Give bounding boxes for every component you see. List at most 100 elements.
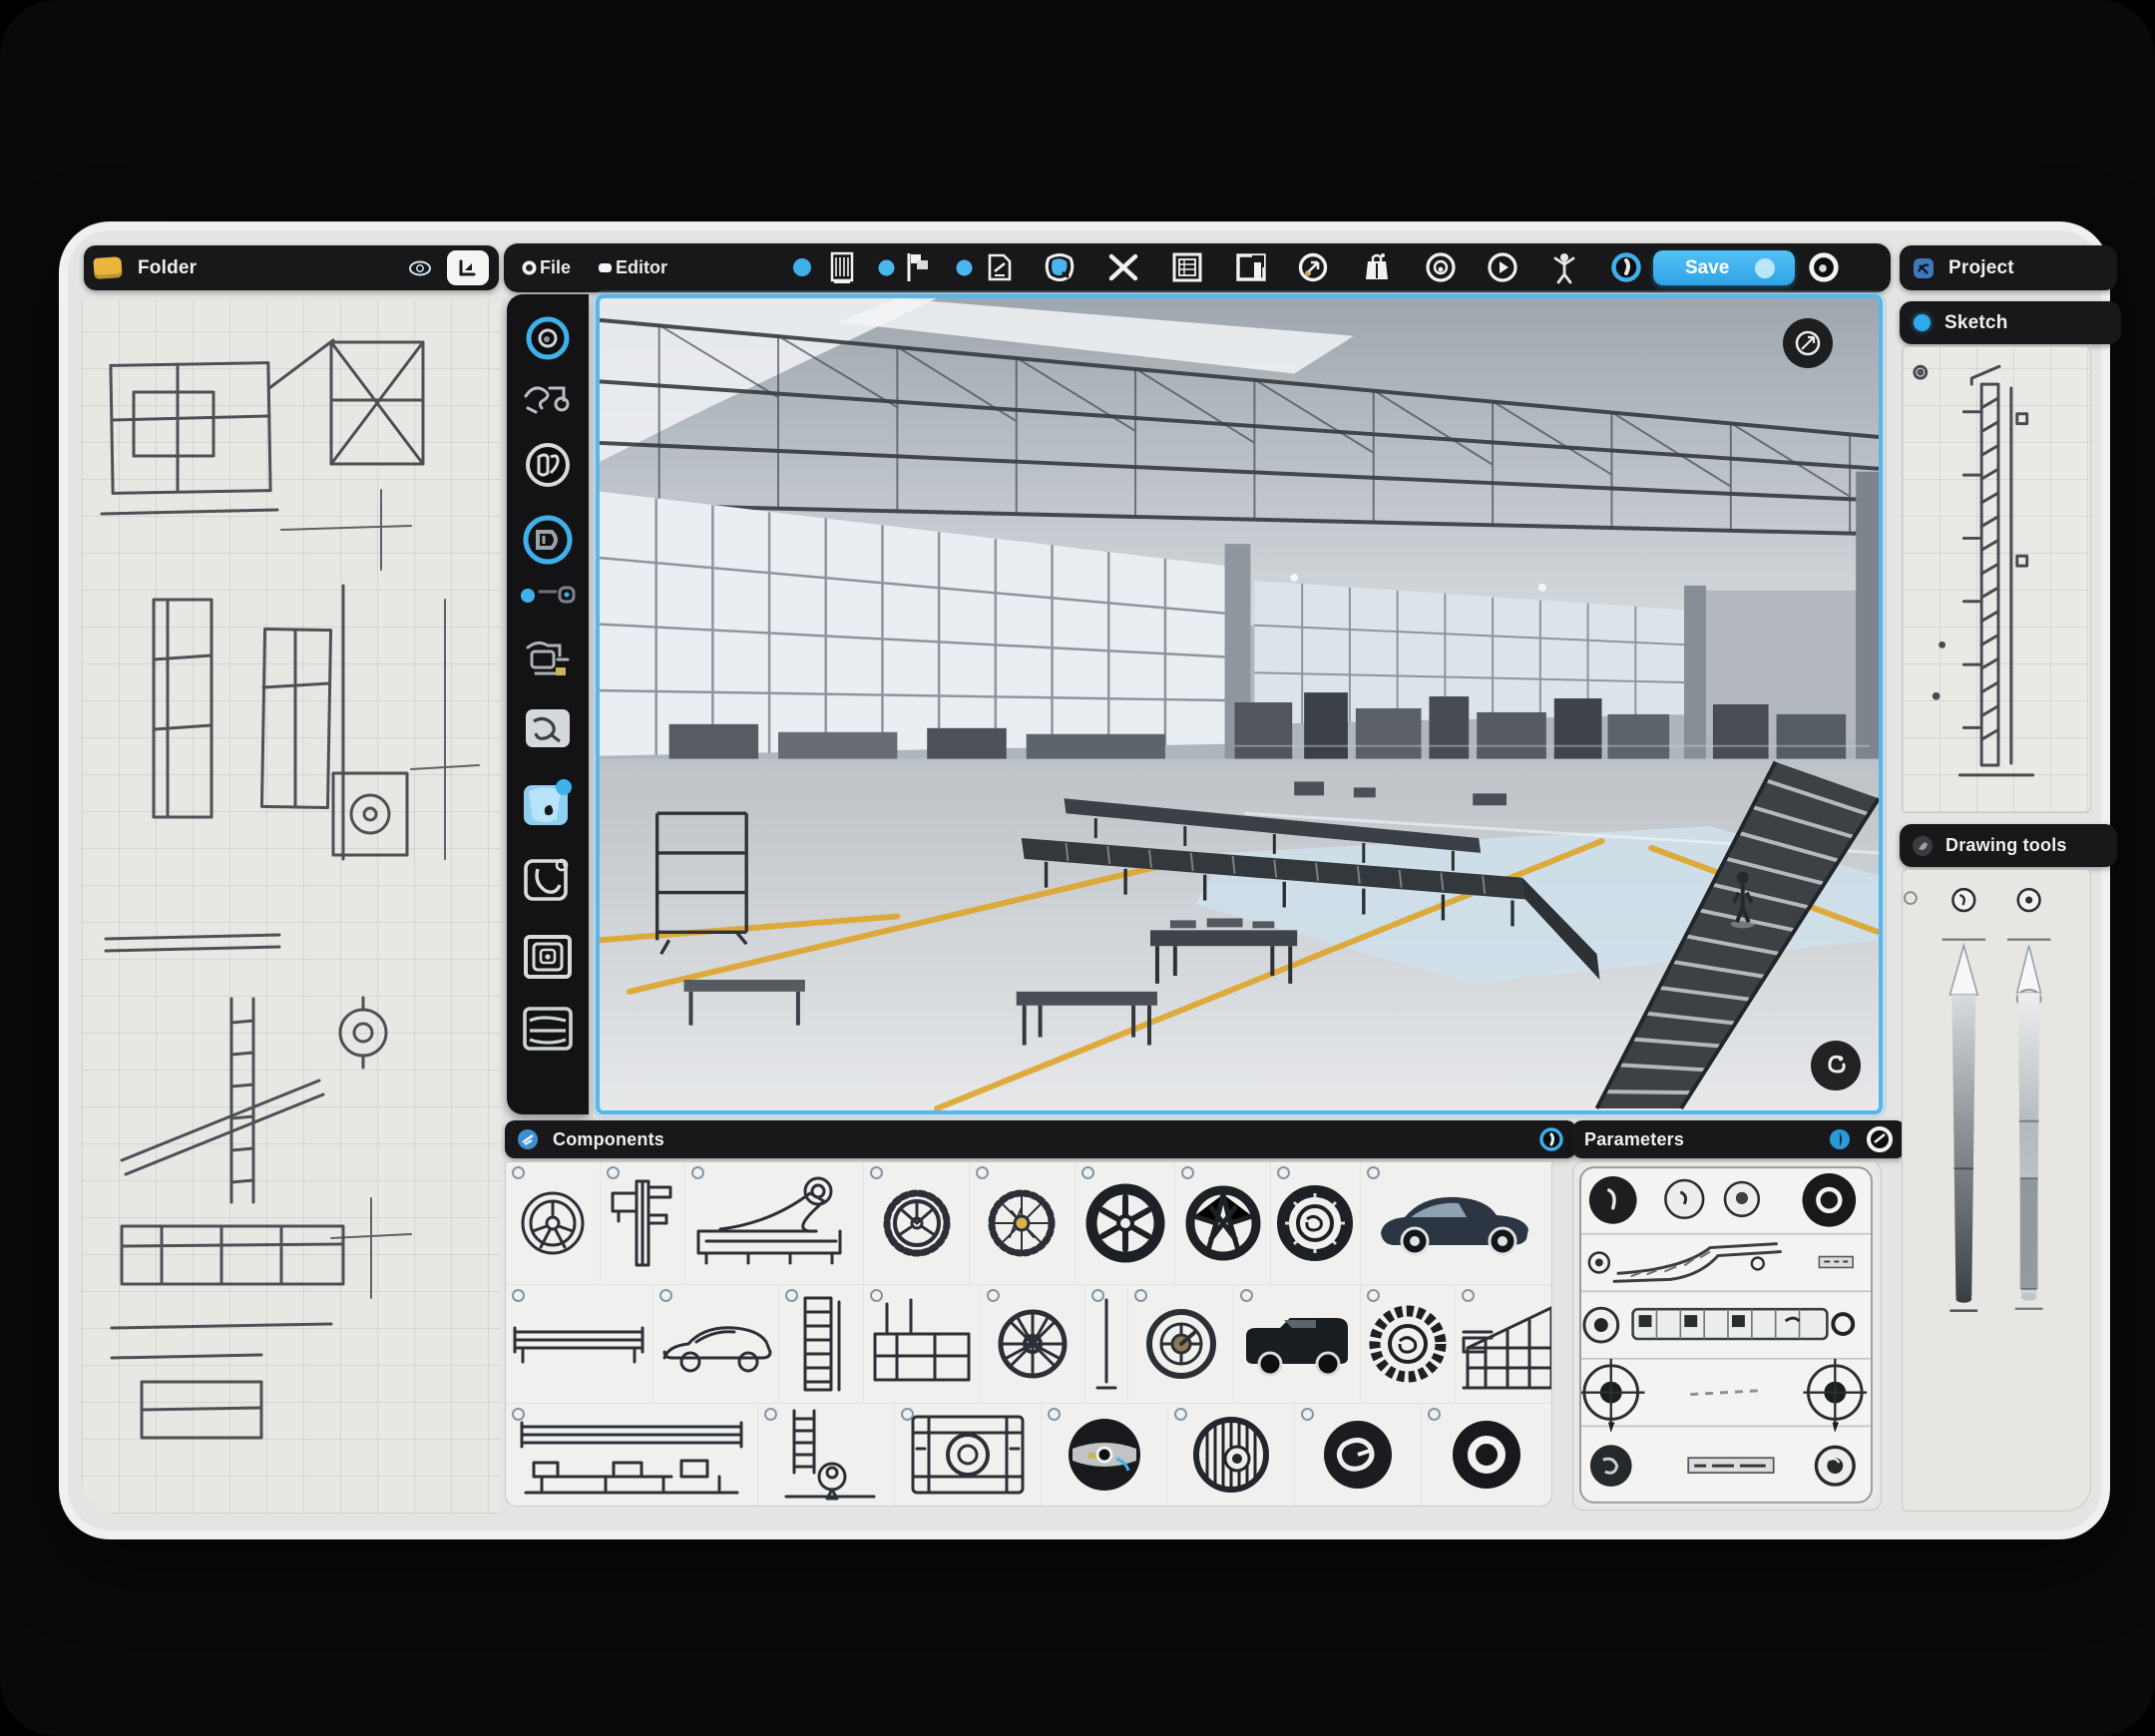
component-item[interactable]: [864, 1162, 970, 1284]
component-item[interactable]: [1076, 1162, 1176, 1284]
layers-tool-button[interactable]: [507, 1005, 589, 1053]
component-item[interactable]: [895, 1404, 1043, 1506]
screenshot-root: Folder: [0, 0, 2155, 1736]
components-icon: [517, 1128, 539, 1150]
component-item[interactable]: [601, 1162, 685, 1284]
tool-palette: [507, 294, 589, 1114]
folder-panel-title: Folder: [138, 257, 197, 279]
component-marker-icon: [1277, 1166, 1290, 1179]
component-item[interactable]: [506, 1285, 653, 1403]
file-menu[interactable]: File: [534, 243, 577, 292]
component-item[interactable]: [981, 1285, 1086, 1403]
canvas-orbit-button[interactable]: [1811, 1041, 1861, 1090]
draw-tool-button[interactable]: [507, 512, 589, 568]
record-dot-icon[interactable]: [785, 250, 819, 284]
sketch-tool-button[interactable]: [507, 374, 589, 418]
blue-ring-icon[interactable]: [1609, 250, 1643, 284]
gear-tool-button[interactable]: [507, 438, 589, 492]
flag-banner-icon[interactable]: [901, 250, 935, 284]
paint-palette-icon[interactable]: [1043, 250, 1077, 284]
component-marker-icon: [1367, 1166, 1380, 1179]
save-button[interactable]: Save: [1653, 250, 1795, 285]
parameters-panel-body: [1572, 1161, 1882, 1511]
machine-tool-button[interactable]: [507, 634, 589, 683]
components-grid: [505, 1161, 1552, 1507]
component-item[interactable]: [1085, 1285, 1128, 1403]
figure-person-icon[interactable]: [1547, 250, 1581, 284]
project-panel-title: Project: [1948, 257, 2014, 279]
sketch-icon: [1914, 314, 1931, 331]
page-edit-icon[interactable]: [983, 250, 1017, 284]
component-item[interactable]: [1234, 1285, 1361, 1403]
parameters-panel-title: Parameters: [1584, 1129, 1684, 1150]
project-panel-header: Project: [1900, 245, 2117, 290]
logo-ring-icon[interactable]: [1296, 250, 1330, 284]
sketch-panel-header: Sketch: [1900, 301, 2121, 344]
component-item[interactable]: [1295, 1404, 1422, 1506]
white-ring-icon[interactable]: [1807, 250, 1841, 284]
parameters-dot-icon[interactable]: [1828, 1127, 1852, 1151]
toggle-tool-button[interactable]: [507, 582, 589, 610]
tool-bag-icon[interactable]: [1360, 250, 1394, 284]
component-marker-icon: [1181, 1166, 1194, 1179]
component-item[interactable]: [1456, 1285, 1552, 1403]
note-tool-button[interactable]: [507, 705, 589, 751]
parameters-panel-header: Parameters: [1572, 1120, 1906, 1158]
canvas-compass-button[interactable]: [1783, 318, 1833, 368]
component-item[interactable]: [1042, 1404, 1168, 1506]
sketch-preview-area[interactable]: [1902, 346, 2091, 813]
component-item[interactable]: [1175, 1162, 1270, 1284]
eye-icon[interactable]: [407, 258, 433, 278]
target-tool-button[interactable]: [507, 312, 589, 364]
top-toolbar: File Editor: [504, 243, 1891, 292]
save-status-dot-icon: [1755, 258, 1775, 278]
drawing-pens-image[interactable]: [1903, 870, 2090, 1511]
record-dot-icon[interactable]: [869, 250, 903, 284]
parameters-ring-icon[interactable]: [1866, 1125, 1894, 1153]
main-canvas[interactable]: [596, 294, 1883, 1114]
component-item[interactable]: [685, 1162, 864, 1284]
component-marker-icon: [1240, 1289, 1253, 1302]
record-dot-icon[interactable]: [947, 250, 981, 284]
app-window: Folder: [68, 230, 2101, 1530]
fill-tool-button[interactable]: [507, 779, 589, 829]
folder-sketches-area[interactable]: [82, 300, 501, 1514]
barcode-document-icon[interactable]: [825, 250, 859, 284]
target-ring-icon[interactable]: [1424, 250, 1458, 284]
drawing-tools-panel-body: [1902, 869, 2091, 1512]
component-item[interactable]: [758, 1404, 895, 1506]
pen-slot-icons: [1905, 889, 2040, 911]
component-marker-icon: [512, 1289, 525, 1302]
component-item[interactable]: [864, 1285, 980, 1403]
component-item[interactable]: [506, 1404, 758, 1506]
component-item[interactable]: [779, 1285, 864, 1403]
anchor-tool-button[interactable]: [507, 855, 589, 905]
target-play-icon[interactable]: [1486, 250, 1519, 284]
editor-menu[interactable]: Editor: [610, 243, 673, 292]
sketch-panel-title: Sketch: [1944, 312, 2008, 334]
table-grid-icon[interactable]: [1170, 250, 1204, 284]
component-item[interactable]: [506, 1162, 601, 1284]
crop-corner-icon[interactable]: [447, 250, 489, 285]
component-item[interactable]: [653, 1285, 780, 1403]
component-marker-icon: [1367, 1289, 1380, 1302]
component-item[interactable]: [1271, 1162, 1361, 1284]
component-marker-icon: [1081, 1166, 1094, 1179]
folder-icon: [93, 256, 122, 279]
save-button-label: Save: [1685, 257, 1729, 279]
drawing-tools-panel-title: Drawing tools: [1945, 835, 2067, 856]
component-marker-icon: [764, 1408, 777, 1421]
component-item[interactable]: [970, 1162, 1076, 1284]
cut-cross-icon[interactable]: [1106, 250, 1140, 284]
component-item[interactable]: [1361, 1285, 1456, 1403]
component-item[interactable]: [1168, 1404, 1295, 1506]
components-sync-icon[interactable]: [1538, 1126, 1564, 1152]
components-row: [506, 1162, 1551, 1285]
spiral-tool-button[interactable]: [507, 933, 589, 981]
parameters-controls-image[interactable]: [1573, 1162, 1881, 1510]
component-item[interactable]: [1361, 1162, 1551, 1284]
component-item[interactable]: [1128, 1285, 1234, 1403]
component-item[interactable]: [1422, 1404, 1551, 1506]
frame-door-icon[interactable]: [1234, 250, 1268, 284]
component-marker-icon: [1428, 1408, 1441, 1421]
